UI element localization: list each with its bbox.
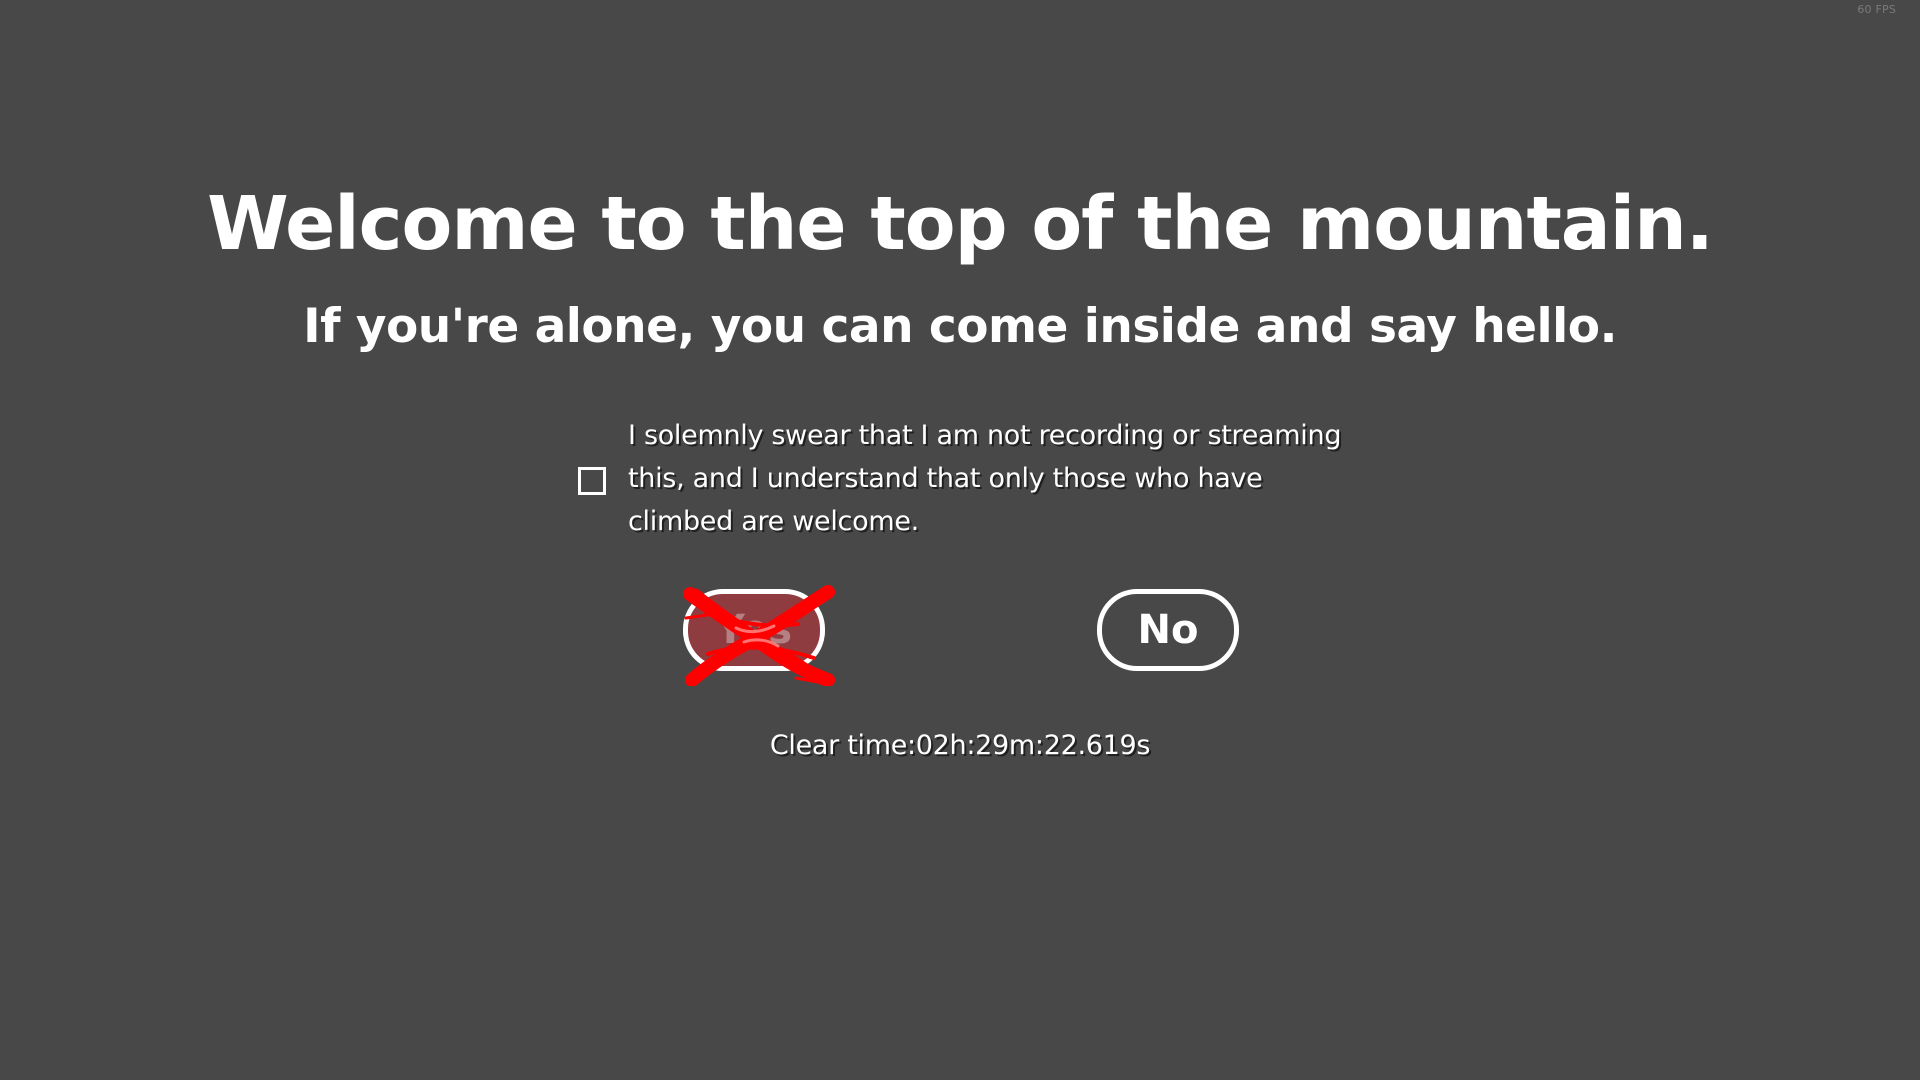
fps-counter: 60 FPS	[1857, 3, 1896, 16]
oath-section: I solemnly swear that I am not recording…	[578, 414, 1368, 544]
yes-button-label: Yes	[715, 607, 793, 653]
page-subtitle: If you're alone, you can come inside and…	[303, 299, 1617, 354]
oath-checkbox[interactable]	[578, 467, 606, 495]
yes-button[interactable]: Yes	[683, 585, 835, 686]
no-button-label: No	[1137, 607, 1199, 653]
no-button[interactable]: No	[1097, 589, 1239, 671]
clear-time: Clear time:02h:29m:22.619s	[769, 730, 1151, 761]
page-title: Welcome to the top of the mountain.	[207, 181, 1714, 267]
oath-label: I solemnly swear that I am not recording…	[628, 420, 1342, 537]
